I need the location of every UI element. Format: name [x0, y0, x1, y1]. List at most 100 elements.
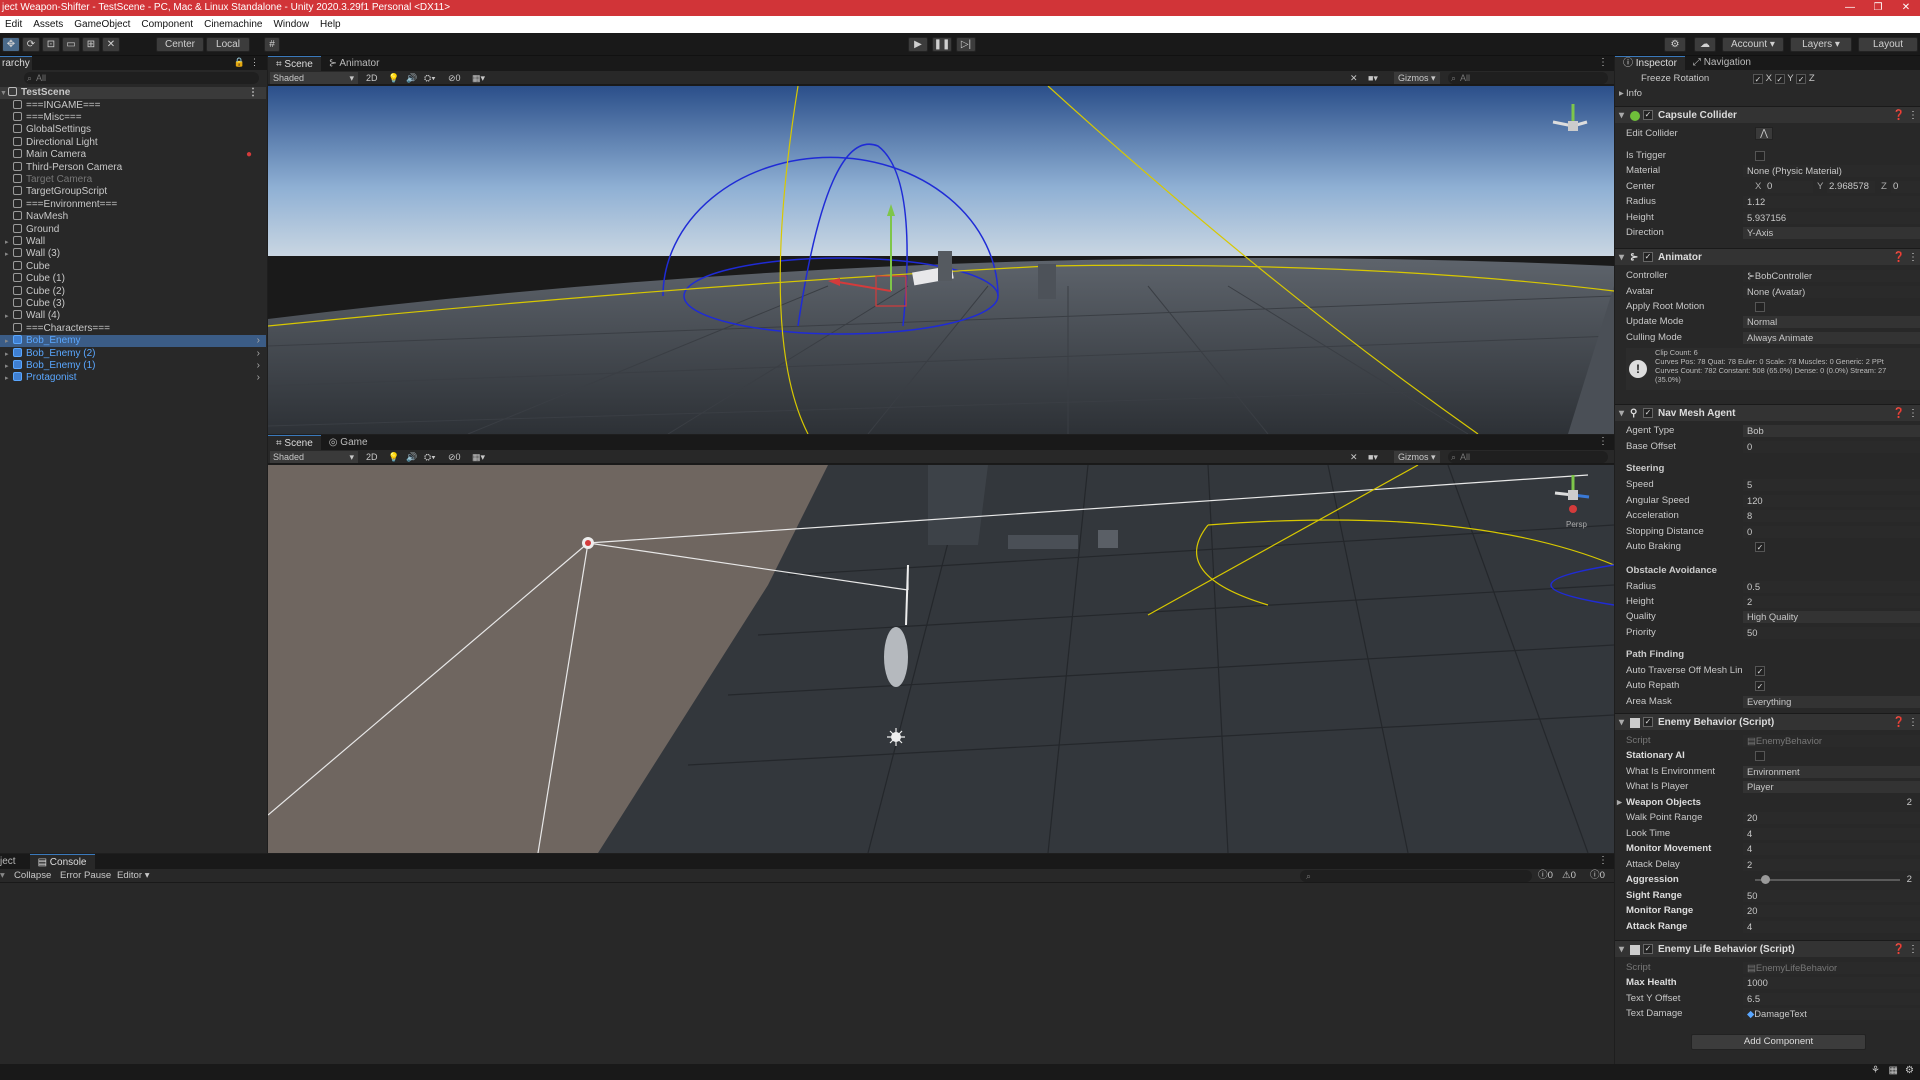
freeze-rotation-toggles[interactable]: ✓ X ✓ Y ✓ Z	[1753, 71, 1815, 87]
max-health-field[interactable]: 1000	[1743, 977, 1920, 989]
help-icon[interactable]: ❓	[1893, 941, 1905, 958]
scene-bottom-viewport[interactable]: Persp	[268, 465, 1614, 853]
effects-icon[interactable]: ⛭▾	[424, 451, 436, 463]
scene-search-input[interactable]: ⌕ All	[1448, 451, 1608, 463]
scene-menu-icon[interactable]: ⋮	[248, 87, 258, 99]
sight-range-field[interactable]: 50	[1743, 890, 1920, 902]
gizmos-dropdown[interactable]: Gizmos ▾	[1394, 72, 1440, 84]
foldout-arrow-icon[interactable]: ▾	[1619, 249, 1624, 266]
hierarchy-item[interactable]: ▸ Protagonist ›	[0, 372, 266, 384]
help-icon[interactable]: ❓	[1893, 405, 1905, 422]
scale-tool-icon[interactable]: ⊡	[42, 37, 60, 52]
capsule-collider-header[interactable]: ▾ ✓ Capsule Collider ❓ ⋮	[1615, 106, 1920, 123]
step-button[interactable]: ▷|	[956, 37, 976, 52]
component-settings-icon[interactable]: ⋮	[1908, 249, 1918, 266]
hierarchy-item[interactable]: Cube	[0, 260, 266, 273]
nav-mesh-agent-enabled-checkbox[interactable]: ✓	[1643, 408, 1653, 418]
help-icon[interactable]: ❓	[1893, 714, 1905, 731]
foldout-arrow-icon[interactable]: ▾	[1619, 107, 1624, 124]
grid-icon[interactable]: ▦▾	[472, 72, 485, 84]
audio-icon[interactable]: 🔊	[406, 451, 417, 463]
hierarchy-item[interactable]: ▸ Wall (4)	[0, 310, 266, 322]
foldout-arrow-icon[interactable]: ▾	[1619, 714, 1624, 731]
culling-mode-dropdown[interactable]: Always Animate	[1743, 332, 1920, 344]
hierarchy-item[interactable]: ▸ Wall (3)	[0, 248, 266, 260]
grid-icon[interactable]: ▦▾	[472, 451, 485, 463]
what-is-player-dropdown[interactable]: Player	[1743, 781, 1920, 793]
stopping-distance-field[interactable]: 0	[1743, 526, 1920, 538]
center-y-field[interactable]: 2.968578	[1827, 181, 1875, 193]
hidden-objects-icon[interactable]: ⊘0	[448, 72, 461, 84]
pivot-local-button[interactable]: Local	[206, 37, 250, 52]
hierarchy-item[interactable]: Main Camera ●	[0, 149, 266, 161]
console-search-input[interactable]: ⌕	[1300, 870, 1532, 882]
expand-arrow-icon[interactable]: ▸	[5, 373, 13, 385]
stationary-ai-checkbox[interactable]	[1755, 751, 1765, 761]
weapon-objects-foldout[interactable]: ▸ Weapon Objects 2	[1615, 795, 1920, 811]
quality-dropdown[interactable]: High Quality	[1743, 611, 1920, 623]
hierarchy-item[interactable]: Cube (3)	[0, 297, 266, 310]
collab-icon[interactable]: ⚙	[1664, 37, 1686, 52]
tab-console[interactable]: ▤ Console	[29, 854, 95, 869]
avatar-field[interactable]: None (Avatar)	[1743, 286, 1920, 298]
hand-tool-icon[interactable]: ✥	[2, 37, 20, 52]
hierarchy-search-input[interactable]: ⌕ All	[24, 72, 259, 84]
pause-button[interactable]: ❚❚	[932, 37, 952, 52]
center-x-field[interactable]: 0	[1765, 181, 1813, 193]
text-damage-field[interactable]: ◆DamageText	[1743, 1008, 1920, 1020]
hierarchy-item[interactable]: Cube (2)	[0, 285, 266, 298]
play-button[interactable]: ▶	[908, 37, 928, 52]
persp-label[interactable]: Persp	[1566, 520, 1587, 529]
tab-hierarchy[interactable]: rarchy	[0, 56, 32, 70]
hierarchy-item[interactable]: TargetGroupScript	[0, 186, 266, 198]
base-offset-field[interactable]: 0	[1743, 441, 1920, 453]
scene-root-row[interactable]: ▼ TestScene ⋮	[0, 87, 266, 100]
close-button[interactable]: ✕	[1892, 0, 1920, 16]
attack-delay-field[interactable]: 2	[1743, 859, 1920, 871]
aggression-slider-track[interactable]	[1755, 879, 1900, 881]
prefab-open-icon[interactable]: ›	[257, 335, 260, 347]
more-options-icon[interactable]: ⋮	[1598, 57, 1608, 68]
hierarchy-item[interactable]: ===INGAME===	[0, 99, 266, 112]
collapse-button[interactable]: Collapse	[14, 869, 51, 883]
hierarchy-item[interactable]: Cube (1)	[0, 273, 266, 285]
lock-icon[interactable]: 🔒	[234, 57, 245, 68]
attack-range-field[interactable]: 4	[1743, 921, 1920, 933]
move-tool-icon[interactable]: ⟳	[22, 37, 40, 52]
menu-help[interactable]: Help	[315, 16, 347, 33]
aggression-value[interactable]: 2	[1907, 872, 1912, 888]
center-z-field[interactable]: 0	[1891, 181, 1920, 193]
freeze-y-checkbox[interactable]: ✓	[1774, 74, 1785, 84]
foldout-arrow-icon[interactable]: ▾	[1619, 405, 1624, 422]
prefab-open-icon[interactable]: ›	[257, 348, 260, 360]
monitor-range-field[interactable]: 20	[1743, 905, 1920, 917]
menu-gameobject[interactable]: GameObject	[69, 16, 136, 33]
account-dropdown[interactable]: Account ▾	[1722, 37, 1784, 52]
menu-window[interactable]: Window	[268, 16, 315, 33]
walk-point-range-field[interactable]: 20	[1743, 812, 1920, 824]
lighting-icon[interactable]: 💡	[388, 451, 399, 463]
material-field[interactable]: None (Physic Material)	[1743, 165, 1920, 177]
info-foldout[interactable]: ▸ Info	[1615, 86, 1920, 102]
text-y-offset-field[interactable]: 6.5	[1743, 993, 1920, 1005]
hierarchy-item[interactable]: Third-Person Camera	[0, 161, 266, 174]
nav-mesh-agent-header[interactable]: ▾ ⚲ ✓ Nav Mesh Agent ❓ ⋮	[1615, 404, 1920, 421]
hierarchy-item[interactable]: ▸ Wall	[0, 235, 266, 248]
warning-count-toggle[interactable]: ⚠0	[1562, 869, 1576, 883]
auto-braking-checkbox[interactable]: ✓	[1755, 542, 1765, 552]
foldout-arrow-icon[interactable]: ▾	[1619, 941, 1624, 958]
more-options-icon[interactable]: ⋮	[250, 57, 259, 68]
transform-tool-icon[interactable]: ⊞	[82, 37, 100, 52]
radius-field[interactable]: 1.12	[1743, 196, 1920, 208]
menu-assets[interactable]: Assets	[28, 16, 69, 33]
cloud-icon[interactable]: ☁	[1694, 37, 1716, 52]
hierarchy-item[interactable]: ===Misc===	[0, 111, 266, 124]
toggle-2d-button[interactable]: 2D	[366, 451, 378, 463]
tab-game[interactable]: ◎ Game	[321, 435, 376, 450]
prefab-open-icon[interactable]: ›	[257, 372, 260, 384]
error-pause-button[interactable]: Error Pause	[60, 869, 111, 883]
agent-type-dropdown[interactable]: Bob	[1743, 425, 1920, 437]
audio-icon[interactable]: 🔊	[406, 72, 417, 84]
avoidance-radius-field[interactable]: 0.5	[1743, 581, 1920, 593]
tools-icon[interactable]: ✕	[1350, 72, 1358, 84]
